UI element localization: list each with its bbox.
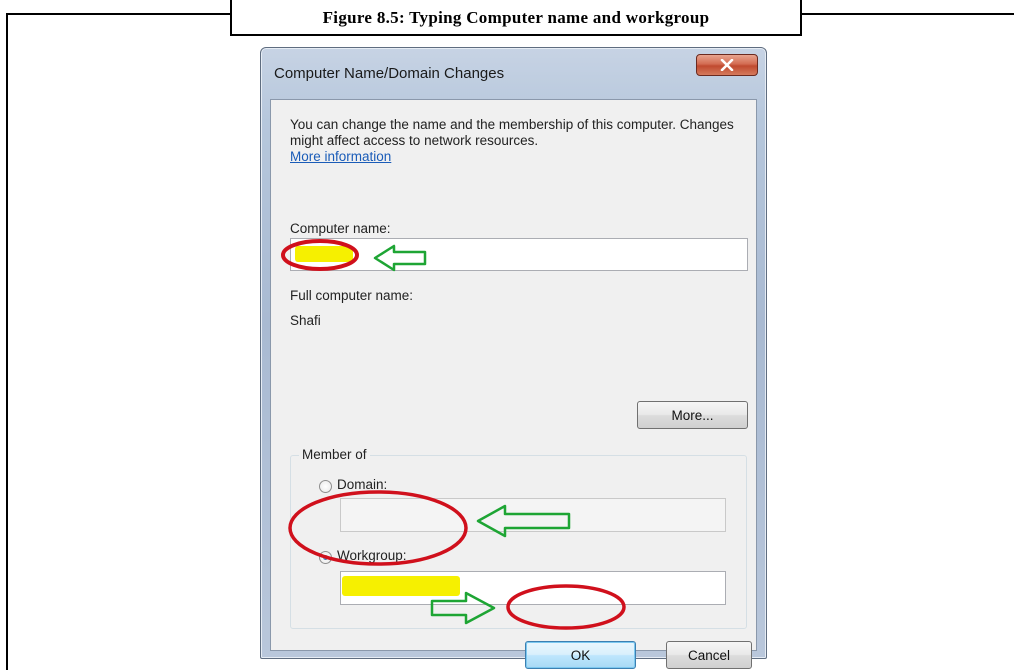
cancel-button-label: Cancel: [687, 647, 731, 663]
cancel-button[interactable]: Cancel: [666, 641, 752, 669]
more-button[interactable]: More...: [637, 401, 748, 429]
dialog-body: You can change the name and the membersh…: [270, 99, 757, 669]
workgroup-redacted-highlight: [342, 576, 460, 596]
computer-name-label: Computer name:: [290, 221, 391, 236]
domain-label: Domain:: [337, 477, 388, 492]
close-icon: [720, 59, 734, 71]
full-computer-name-value: Shafi: [290, 313, 321, 328]
frame-top-left: [6, 13, 232, 15]
workgroup-radio[interactable]: [319, 551, 332, 564]
title-bar[interactable]: Computer Name/Domain Changes: [261, 48, 766, 98]
dialog-title: Computer Name/Domain Changes: [274, 65, 505, 82]
computer-name-redacted-highlight: [295, 246, 353, 262]
figure-caption-text: Figure 8.5: Typing Computer name and wor…: [322, 8, 710, 27]
figure-caption: Figure 8.5: Typing Computer name and wor…: [230, 0, 802, 36]
more-information-link[interactable]: More information: [290, 149, 391, 164]
frame-top-right: [800, 13, 1014, 15]
domain-input[interactable]: [340, 498, 726, 532]
description-text: You can change the name and the membersh…: [290, 117, 734, 148]
full-computer-name-label: Full computer name:: [290, 288, 414, 303]
workgroup-label: Workgroup:: [337, 548, 407, 563]
computer-name-input[interactable]: [290, 238, 748, 271]
ok-button-label: OK: [570, 647, 591, 663]
domain-radio[interactable]: [319, 480, 332, 493]
frame-left: [6, 13, 8, 670]
close-button[interactable]: [696, 54, 758, 76]
ok-button[interactable]: OK: [525, 641, 636, 669]
more-button-label: More...: [671, 407, 714, 423]
computer-name-dialog: Computer Name/Domain Changes You can cha…: [260, 47, 767, 669]
member-of-label: Member of: [299, 447, 370, 462]
